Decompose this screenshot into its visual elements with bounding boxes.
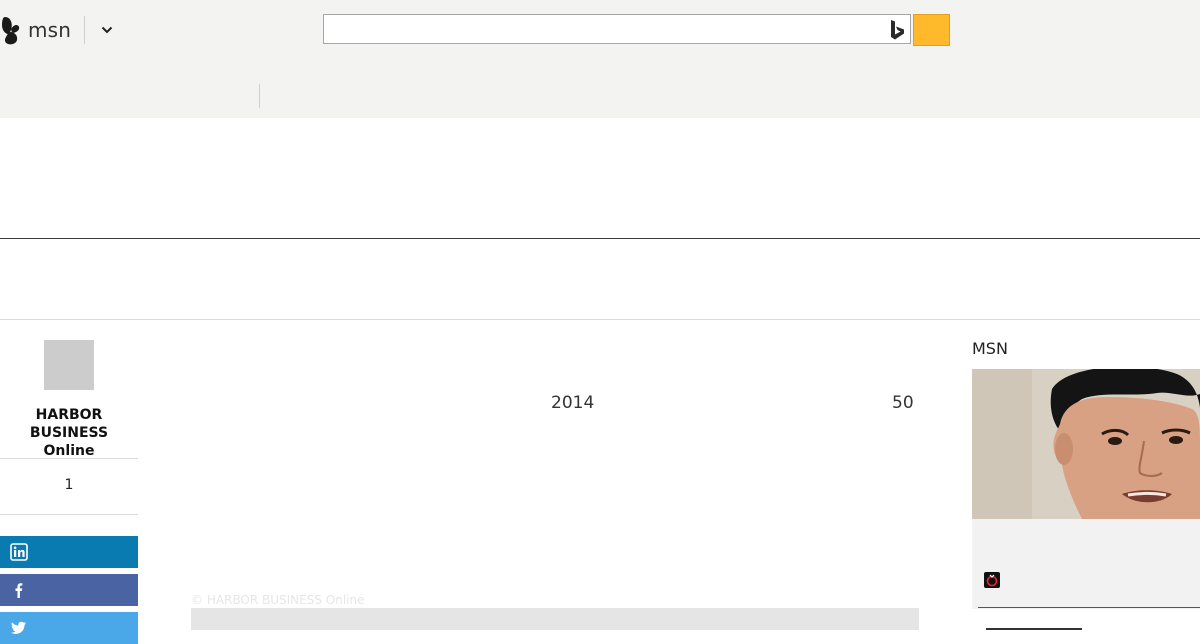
chevron-down-icon[interactable] [98, 20, 116, 40]
nav-divider [259, 84, 260, 108]
search-box [323, 14, 911, 44]
linkedin-icon [10, 543, 28, 561]
section-rule-light [0, 319, 1200, 320]
header-divider [84, 16, 85, 44]
publisher-name[interactable]: HARBOR BUSINESS Online [0, 406, 138, 460]
sidebar-title: MSN [972, 339, 1008, 358]
left-divider [0, 458, 138, 459]
article-text-year: 2014 [551, 393, 595, 413]
search-button[interactable] [913, 14, 950, 46]
publisher-logo[interactable] [44, 340, 94, 390]
section-rule [0, 238, 1200, 239]
share-linkedin-button[interactable] [0, 536, 138, 568]
search-input[interactable] [324, 15, 890, 43]
logo-text: msn [28, 18, 72, 42]
person-portrait-image [972, 369, 1200, 519]
facebook-icon [15, 583, 23, 598]
article-text-number: 50 [892, 393, 914, 413]
bing-icon[interactable] [887, 19, 907, 41]
source-logo-icon [984, 572, 1000, 588]
photo-credit: © HARBOR BUSINESS Online [191, 593, 365, 607]
left-divider [0, 514, 138, 515]
msn-logo[interactable]: msn [0, 14, 71, 46]
sidebar-card-image[interactable] [972, 369, 1200, 519]
comment-count[interactable]: 1 [0, 477, 138, 493]
article-image-placeholder [191, 608, 919, 630]
share-facebook-button[interactable] [0, 574, 138, 606]
publisher-name-line1: HARBOR BUSINESS [29, 407, 109, 441]
twitter-icon [11, 621, 26, 634]
butterfly-icon [2, 17, 20, 45]
site-header: msn [0, 0, 1200, 118]
sidebar-divider [978, 607, 1200, 608]
share-twitter-button[interactable] [0, 612, 138, 644]
